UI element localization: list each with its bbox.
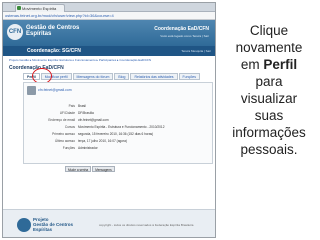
caption-line: Clique bbox=[249, 23, 289, 38]
profile-row: Cursos Movimento Espírita - Estrutura e F… bbox=[28, 124, 210, 131]
footer-copyright: copyright - todos os direitos reservados… bbox=[99, 223, 194, 227]
caption-emphasis: Perfil bbox=[263, 57, 298, 72]
field-label: Primeiro acesso bbox=[52, 132, 75, 136]
login-info[interactable]: Tereza Mesquita | Sair bbox=[181, 49, 211, 53]
site-title: Coordenação EaD/CFN bbox=[154, 26, 209, 32]
field-value: Brasil bbox=[78, 104, 86, 108]
footer-project-name: Projeto Gestão de Centros Espíritas bbox=[33, 217, 73, 232]
field-value: segunda, 15 fevereiro 2010, 16:36 (152 d… bbox=[78, 132, 154, 136]
footer-project-line3: Espíritas bbox=[33, 227, 53, 232]
field-label: UF/Cidade bbox=[59, 111, 75, 115]
caption-line: informações bbox=[232, 125, 306, 140]
caption-line: pessoais. bbox=[240, 142, 298, 157]
browser-tab-bar: Movimento Espírita bbox=[3, 3, 215, 12]
caption-line: para bbox=[255, 74, 283, 89]
site-footer: Projeto Gestão de Centros Espíritas copy… bbox=[3, 209, 215, 237]
field-label: Funções bbox=[62, 146, 75, 150]
profile-card: cfn.feinet@gmail.com País Brasil UF/Cidad… bbox=[23, 82, 213, 164]
tab-blog[interactable]: Blog bbox=[114, 73, 130, 80]
coordination-bar: Coordenação: SG/CFN Tereza Mesquita | Sa… bbox=[3, 46, 215, 56]
messages-button[interactable]: Mensagens bbox=[92, 166, 115, 172]
field-label: Cursos bbox=[64, 125, 75, 129]
user-info[interactable]: Você está logado como Tereza | Sair bbox=[160, 34, 209, 38]
breadcrumb[interactable]: Projeto Gestão ▸ Movimento Espírita: Est… bbox=[9, 58, 213, 62]
profile-row: Último acesso terça, 17 julho 2010, 16:07… bbox=[28, 138, 210, 145]
caption-text: em bbox=[240, 57, 264, 72]
instruction-caption: Clique novamente em Perfil para visualiz… bbox=[220, 22, 318, 158]
field-value[interactable]: Movimento Espírita - Estrutura e Funcion… bbox=[78, 124, 210, 131]
org-name-line2: Espíritas bbox=[26, 31, 52, 37]
caption-line: visualizar bbox=[240, 91, 298, 106]
profile-row: UF/Cidade DF/Brasília bbox=[28, 110, 210, 117]
profile-email[interactable]: cfn.feinet@gmail.com bbox=[38, 88, 72, 92]
field-label: País bbox=[68, 104, 75, 108]
footer-logo bbox=[17, 218, 31, 232]
favicon-icon bbox=[17, 6, 21, 10]
field-label: Último acesso bbox=[54, 139, 75, 143]
tab-mensagens-forum[interactable]: Mensagens do fórum bbox=[72, 73, 114, 80]
profile-row: País Brasil bbox=[28, 103, 210, 110]
coordination-title: Coordenação: SG/CFN bbox=[27, 48, 81, 54]
caption-line: suas bbox=[254, 108, 284, 123]
field-label: Endereço de email bbox=[48, 118, 75, 122]
browser-tab[interactable]: Movimento Espírita bbox=[15, 4, 65, 12]
field-value: DF/Brasília bbox=[78, 111, 94, 115]
profile-fields: País Brasil UF/Cidade DF/Brasília Endereço… bbox=[28, 103, 210, 152]
profile-row: Endereço de email cfn.feinet@gmail.com bbox=[28, 117, 210, 124]
change-password-button[interactable]: Mude a senha bbox=[65, 166, 92, 172]
tab-funcoes[interactable]: Funções bbox=[178, 73, 200, 80]
screenshot-frame: Movimento Espírita ostenas.feinet.org.br… bbox=[2, 2, 216, 238]
field-value[interactable]: cfn.feinet@gmail.com bbox=[78, 117, 210, 124]
profile-row: Funções Administrador bbox=[28, 145, 210, 152]
field-value: Administrador bbox=[78, 146, 98, 150]
field-value: terça, 17 julho 2010, 16:07 (agora) bbox=[78, 139, 127, 143]
org-name: Gestão de Centros Espíritas bbox=[26, 25, 79, 37]
site-header: CFN Gestão de Centros Espíritas Coordena… bbox=[3, 20, 215, 46]
cfn-logo: CFN bbox=[7, 24, 23, 40]
tab-relatorios[interactable]: Relatórios das atividades bbox=[130, 73, 178, 80]
profile-row: Primeiro acesso segunda, 15 fevereiro 201… bbox=[28, 131, 210, 138]
caption-line: em Perfil bbox=[220, 56, 318, 73]
avatar bbox=[27, 86, 36, 95]
profile-actions: Mude a senha Mensagens bbox=[65, 166, 115, 172]
address-bar[interactable]: ostenas.feinet.org.br/mod/cfn/user/view.… bbox=[3, 12, 215, 20]
browser-tab-title: Movimento Espírita bbox=[22, 6, 57, 11]
caption-line: novamente bbox=[235, 40, 303, 55]
